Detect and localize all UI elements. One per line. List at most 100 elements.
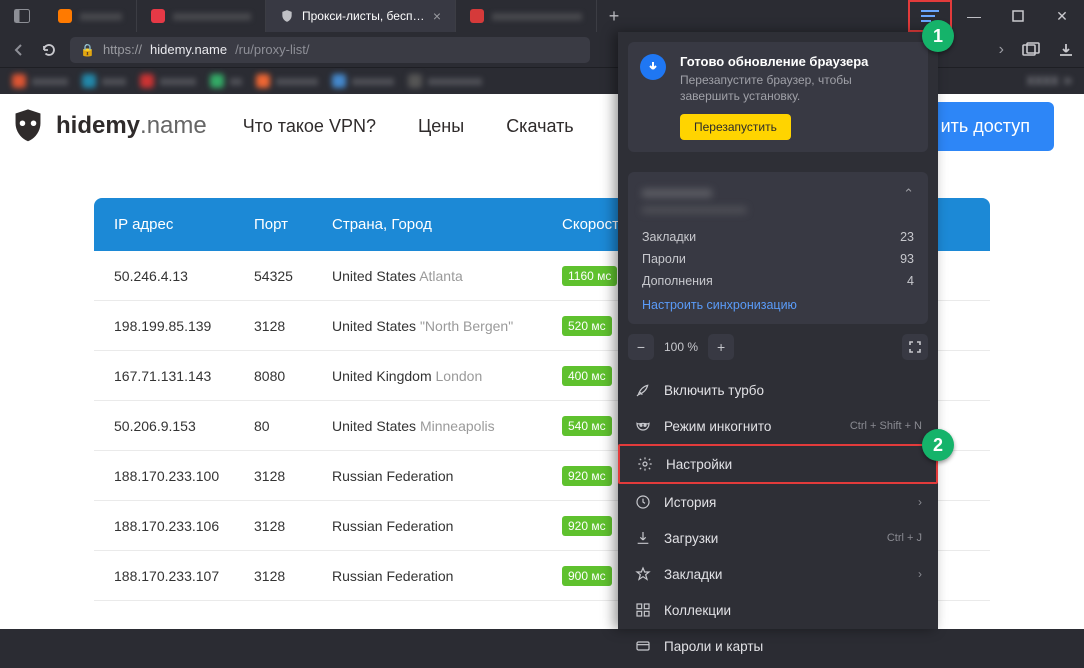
window-controls: — ✕ (952, 0, 1084, 32)
cell-port: 3128 (254, 518, 332, 534)
cell-port: 3128 (254, 468, 332, 484)
close-icon[interactable]: × (433, 8, 441, 24)
update-card: Готово обновление браузера Перезапустите… (628, 42, 928, 152)
download-icon (634, 529, 652, 547)
stat-label: Закладки (642, 230, 696, 244)
back-button[interactable] (10, 42, 28, 58)
annotation-badge-2: 2 (922, 429, 954, 461)
tab-1[interactable]: xxxxxxx (44, 0, 137, 32)
url-path: /ru/proxy-list/ (235, 42, 309, 57)
menu-item-label: История (664, 495, 716, 510)
tab-3-active[interactable]: Прокси-листы, беспла × (266, 0, 456, 32)
maximize-button[interactable] (996, 0, 1040, 32)
stat-value: 93 (900, 252, 914, 266)
new-tab-button[interactable]: + (597, 0, 631, 32)
cell-location: United Kingdom London (332, 368, 562, 384)
cell-ip: 50.246.4.13 (114, 268, 254, 284)
menu-item-rocket[interactable]: Включить турбо (618, 372, 938, 408)
account-stat-row: Закладки 23 (642, 226, 914, 248)
cell-ip: 188.170.233.100 (114, 468, 254, 484)
menu-item-gear[interactable]: Настройки (618, 444, 938, 484)
nav-link-vpn[interactable]: Что такое VPN? (243, 116, 376, 137)
restart-button[interactable]: Перезапустить (680, 114, 791, 140)
stat-value: 23 (900, 230, 914, 244)
logo-sub: .name (140, 112, 207, 139)
zoom-out-button[interactable]: − (628, 334, 654, 360)
menu-item-label: Настройки (666, 457, 732, 472)
zoom-in-button[interactable]: + (708, 334, 734, 360)
cell-location: United States Atlanta (332, 268, 562, 284)
cell-port: 3128 (254, 318, 332, 334)
menu-item-mask[interactable]: Режим инкогнитоCtrl + Shift + N (618, 408, 938, 444)
grid-icon (634, 601, 652, 619)
menu-item-label: Коллекции (664, 603, 731, 618)
chevron-right-icon: › (918, 567, 922, 581)
menu-item-star[interactable]: Закладки › (618, 556, 938, 592)
tabs-overview-icon[interactable] (1022, 42, 1040, 58)
close-window-button[interactable]: ✕ (1040, 0, 1084, 32)
logo-main: hidemy (56, 112, 140, 139)
url-host: hidemy.name (150, 42, 227, 57)
cell-ip: 50.206.9.153 (114, 418, 254, 434)
browser-menu-panel: Готово обновление браузера Перезапустите… (618, 32, 938, 629)
titlebar: xxxxxxx xxxxxxxxxxxxx Прокси-листы, бесп… (0, 0, 1084, 32)
stat-label: Дополнения (642, 274, 713, 288)
menu-item-label: Загрузки (664, 531, 718, 546)
th-location: Страна, Город (332, 216, 562, 233)
clock-icon (634, 493, 652, 511)
nav-link-download[interactable]: Скачать (506, 116, 574, 137)
th-port: Порт (254, 216, 332, 233)
cell-port: 54325 (254, 268, 332, 284)
th-ip: IP адрес (114, 216, 254, 233)
cell-ip: 188.170.233.107 (114, 568, 254, 584)
zoom-value: 100 % (664, 340, 698, 354)
site-nav: Что такое VPN? Цены Скачать (243, 116, 574, 137)
stat-value: 4 (907, 274, 914, 288)
menu-item-card[interactable]: Пароли и карты (618, 628, 938, 664)
shield-icon (280, 9, 294, 23)
tab-label: Прокси-листы, беспла (302, 9, 425, 23)
menu-item-label: Пароли и карты (664, 639, 763, 654)
cell-port: 80 (254, 418, 332, 434)
sidebar-toggle-icon[interactable] (0, 0, 44, 32)
nav-link-prices[interactable]: Цены (418, 116, 464, 137)
account-stat-row: Дополнения 4 (642, 270, 914, 292)
cell-port: 3128 (254, 568, 332, 584)
tabs: xxxxxxx xxxxxxxxxxxxx Прокси-листы, бесп… (44, 0, 864, 32)
cell-ip: 198.199.85.139 (114, 318, 254, 334)
cell-ip: 167.71.131.143 (114, 368, 254, 384)
stat-label: Пароли (642, 252, 686, 266)
menu-item-grid[interactable]: Коллекции (618, 592, 938, 628)
cell-location: Russian Federation (332, 518, 562, 534)
menu-item-label: Включить турбо (664, 383, 764, 398)
menu-item-clock[interactable]: История › (618, 484, 938, 520)
menu-item-download[interactable]: Загрузки Ctrl + J (618, 520, 938, 556)
cell-location: Russian Federation (332, 568, 562, 584)
fullscreen-button[interactable] (902, 334, 928, 360)
shortcut-label: Ctrl + J (887, 532, 922, 544)
reload-button[interactable] (40, 42, 58, 58)
account-card: ⌃ xxxxxxxxxx xxxxxxxxxxxxxxxxxxx Закладк… (628, 172, 928, 324)
tab-4[interactable]: xxxxxxxxxxxxxxx (456, 0, 597, 32)
star-icon (634, 565, 652, 583)
mask-icon (634, 417, 652, 435)
annotation-badge-1: 1 (922, 20, 954, 52)
sync-settings-link[interactable]: Настроить синхронизацию (642, 298, 797, 312)
site-logo[interactable]: hidemy.name (10, 108, 207, 144)
shield-icon (10, 108, 46, 144)
chevron-right-icon: › (918, 495, 922, 509)
card-icon (634, 637, 652, 655)
downloads-icon[interactable] (1058, 42, 1074, 58)
cell-location: United States Minneapolis (332, 418, 562, 434)
minimize-button[interactable]: — (952, 0, 996, 32)
update-sub: Перезапустите браузер, чтобы завершить у… (680, 73, 914, 104)
menu-item-label: Закладки (664, 567, 722, 582)
cell-ip: 188.170.233.106 (114, 518, 254, 534)
menu-item-label: Режим инкогнито (664, 419, 771, 434)
chevron-right-icon[interactable]: › (999, 41, 1004, 59)
zoom-controls: − 100 % + (628, 334, 928, 360)
url-input[interactable]: 🔒 https://hidemy.name/ru/proxy-list/ (70, 37, 590, 63)
tab-2[interactable]: xxxxxxxxxxxxx (137, 0, 266, 32)
update-title: Готово обновление браузера (680, 54, 914, 69)
menu-items: Включить турбо Режим инкогнитоCtrl + Shif… (618, 368, 938, 668)
